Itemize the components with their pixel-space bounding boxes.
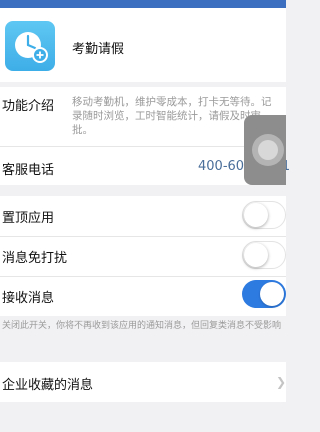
do-not-disturb-label: 消息免打扰: [2, 251, 68, 266]
settings-section: 置顶应用 消息免打扰 接收消息: [0, 196, 286, 316]
chevron-right-icon: ❯: [276, 375, 287, 389]
clock-plus-icon: [5, 21, 55, 71]
app-header: 考勤请假: [0, 8, 286, 82]
top-bar: [0, 0, 286, 8]
receive-messages-toggle[interactable]: [242, 280, 286, 308]
divider: [0, 236, 286, 237]
app-name: 考勤请假: [72, 42, 125, 57]
divider: [0, 276, 286, 277]
intro-label: 功能介绍: [2, 99, 55, 114]
do-not-disturb-toggle[interactable]: [242, 241, 286, 269]
assistive-touch-icon[interactable]: [244, 115, 286, 185]
favorites-label: 企业收藏的消息: [2, 378, 94, 393]
receive-messages-label: 接收消息: [2, 291, 55, 306]
favorites-row[interactable]: 企业收藏的消息 ❯: [0, 362, 286, 402]
pin-app-toggle[interactable]: [242, 201, 286, 229]
phone-label: 客服电话: [2, 163, 55, 178]
pin-app-label: 置顶应用: [2, 211, 55, 226]
receive-messages-note: 关闭此开关，你将不再收到该应用的通知消息，但回复类消息不受影响: [2, 321, 282, 331]
